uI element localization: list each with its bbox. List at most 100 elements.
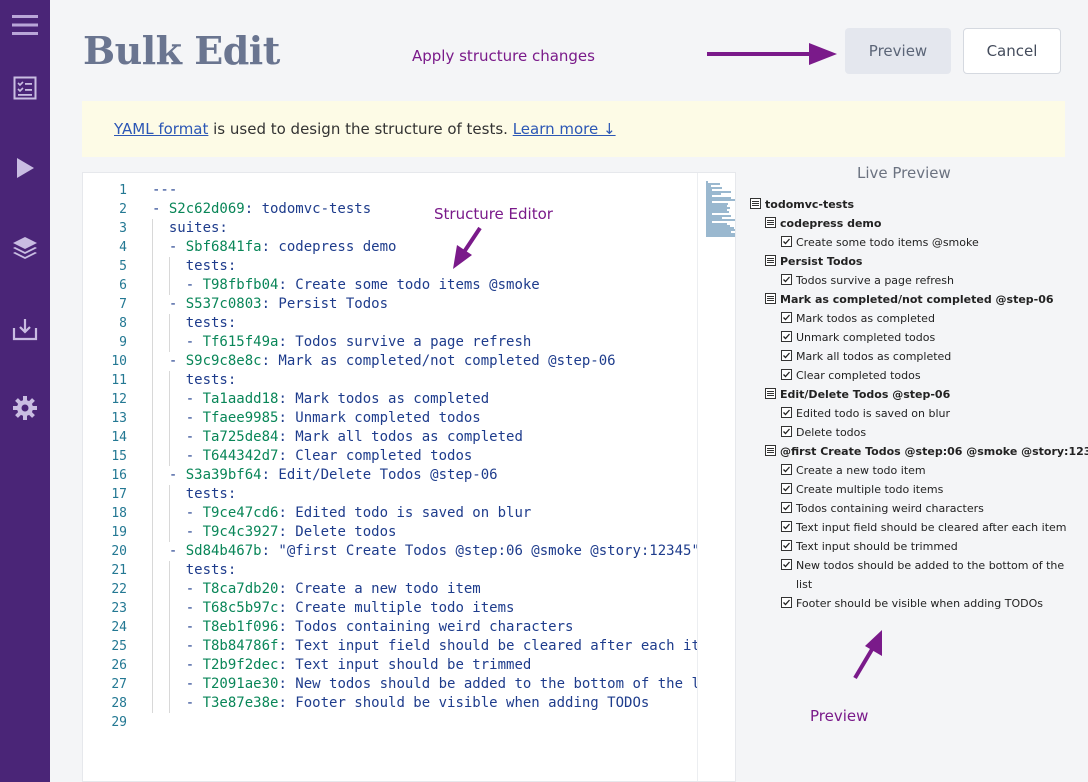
code-id: Ta1aadd18	[202, 391, 279, 407]
code-text: - Tf615f49a: Todos survive a page refres…	[152, 333, 532, 352]
code-value: : Mark all todos as completed	[278, 429, 523, 445]
code-line[interactable]: 20 - Sd84b467b: "@first Create Todos @st…	[83, 542, 697, 561]
code-line[interactable]: 7 - S537c0803: Persist Todos	[83, 295, 697, 314]
tree-label: New todos should be added to the bottom …	[796, 559, 1065, 572]
download-tray-icon[interactable]	[11, 315, 39, 343]
code-prefix: -	[152, 410, 203, 426]
code-prefix: -	[152, 581, 203, 597]
code-line[interactable]: 5 tests:	[83, 257, 697, 276]
code-line[interactable]: 2 - S2c62d069: todomvc-tests	[83, 200, 697, 219]
page-title: Bulk Edit	[83, 28, 280, 73]
suite-icon	[765, 443, 776, 462]
line-number: 15	[111, 449, 127, 464]
code-prefix: -	[152, 296, 186, 312]
code-id: T98fbfb04	[202, 277, 279, 293]
line-number: 8	[119, 316, 127, 331]
tree-label: Create some todo items @smoke	[796, 236, 979, 249]
code-prefix: -	[152, 448, 203, 464]
code-line[interactable]: 26 - T2b9f2dec: Text input should be tri…	[83, 656, 697, 675]
code-prefix: suites:	[152, 220, 228, 236]
learn-more-link[interactable]: Learn more ↓	[513, 120, 616, 138]
code-line[interactable]: 11 tests:	[83, 371, 697, 390]
code-line[interactable]: 4 - Sbf6841fa: codepress demo	[83, 238, 697, 257]
code-line[interactable]: 19 - T9c4c3927: Delete todos	[83, 523, 697, 542]
code-line[interactable]: 15 - T644342d7: Clear completed todos	[83, 447, 697, 466]
indent-guide	[168, 314, 170, 352]
line-number: 3	[119, 221, 127, 236]
indent-guide	[168, 371, 170, 466]
tree-label: Create multiple todo items	[796, 483, 944, 496]
annotation-apply: Apply structure changes	[412, 47, 595, 65]
line-number: 29	[111, 715, 127, 730]
code-prefix: -	[152, 201, 169, 217]
code-line[interactable]: 25 - T8b84786f: Text input field should …	[83, 637, 697, 656]
gear-icon[interactable]	[11, 394, 39, 422]
tree-test: Text input field should be cleared after…	[781, 518, 1067, 537]
tree-label: Mark all todos as completed	[796, 350, 952, 363]
code-line[interactable]: 12 - Ta1aadd18: Mark todos as completed	[83, 390, 697, 409]
code-line[interactable]: 24 - T8eb1f096: Todos containing weird c…	[83, 618, 697, 637]
suite-icon	[765, 215, 776, 234]
code-prefix: -	[152, 334, 203, 350]
suite-icon	[765, 386, 776, 405]
code-id: S2c62d069	[168, 201, 245, 217]
code-line[interactable]: 6 - T98fbfb04: Create some todo items @s…	[83, 276, 697, 295]
code-id: T9c4c3927	[202, 524, 279, 540]
tree-test: Create some todo items @smoke	[781, 233, 979, 252]
play-icon[interactable]	[11, 154, 39, 182]
code-value: : Todos containing weird characters	[278, 619, 574, 635]
code-text: - S3a39bf64: Edit/Delete Todos @step-06	[152, 466, 498, 485]
minimap[interactable]	[697, 173, 735, 781]
code-id: T68c5b97c	[202, 600, 279, 616]
code-line[interactable]: 17 tests:	[83, 485, 697, 504]
code-text: tests:	[152, 561, 237, 580]
code-value: : Footer should be visible when adding T…	[278, 695, 650, 711]
code-value: : Text input should be trimmed	[278, 657, 532, 673]
tree-label: Text input field should be cleared after…	[796, 521, 1067, 534]
code-prefix: tests:	[152, 315, 237, 331]
code-line[interactable]: 9 - Tf615f49a: Todos survive a page refr…	[83, 333, 697, 352]
code-value: : Persist Todos	[261, 296, 389, 312]
code-line[interactable]: 16 - S3a39bf64: Edit/Delete Todos @step-…	[83, 466, 697, 485]
code-id: T644342d7	[202, 448, 279, 464]
yaml-format-link[interactable]: YAML format	[114, 120, 208, 138]
code-line[interactable]: 8 tests:	[83, 314, 697, 333]
code-line[interactable]: 14 - Ta725de84: Mark all todos as comple…	[83, 428, 697, 447]
code-value: : Create a new todo item	[278, 581, 481, 597]
code-line[interactable]: 23 - T68c5b97c: Create multiple todo ite…	[83, 599, 697, 618]
preview-button[interactable]: Preview	[845, 28, 951, 74]
line-number: 5	[119, 259, 127, 274]
code-line[interactable]: 10 - S9c9c8e8c: Mark as completed/not co…	[83, 352, 697, 371]
code-line[interactable]: 22 - T8ca7db20: Create a new todo item	[83, 580, 697, 599]
code-text: - S9c9c8e8c: Mark as completed/not compl…	[152, 352, 616, 371]
code-line[interactable]: 3 suites:	[83, 219, 697, 238]
checkbox-icon	[781, 519, 792, 538]
code-line[interactable]: 18 - T9ce47cd6: Edited todo is saved on …	[83, 504, 697, 523]
tree-test: Footer should be visible when adding TOD…	[781, 594, 1043, 613]
code-line[interactable]: 29	[83, 713, 697, 732]
structure-editor[interactable]: 1 --- 2- S2c62d069: todomvc-tests 3 suites:…	[82, 172, 736, 782]
code-line[interactable]: 21 tests:	[83, 561, 697, 580]
cancel-button[interactable]: Cancel	[963, 28, 1061, 74]
code-line[interactable]: 1 ---	[83, 181, 697, 200]
indent-guide	[152, 219, 153, 713]
line-number: 17	[111, 487, 127, 502]
line-number: 6	[119, 278, 127, 293]
tree-test: Delete todos	[781, 423, 866, 442]
line-number: 25	[111, 639, 127, 654]
layers-icon[interactable]	[11, 234, 39, 262]
line-number: 23	[111, 601, 127, 616]
arrow-up-right-icon	[853, 630, 882, 680]
code-line[interactable]: 27 - T2091ae30: New todos should be adde…	[83, 675, 697, 694]
code-text: - T68c5b97c: Create multiple todo items	[152, 599, 515, 618]
code-text: - Sbf6841fa: codepress demo	[152, 238, 397, 257]
line-number: 26	[111, 658, 127, 673]
code-id: T9ce47cd6	[202, 505, 279, 521]
code-line[interactable]: 13 - Tfaee9985: Unmark completed todos	[83, 409, 697, 428]
code-area[interactable]: 1 --- 2- S2c62d069: todomvc-tests 3 suites:…	[83, 181, 697, 732]
code-line[interactable]: 28 - T3e87e38e: Footer should be visible…	[83, 694, 697, 713]
info-banner: YAML format is used to design the struct…	[82, 101, 1065, 157]
hamburger-menu-icon[interactable]	[11, 11, 39, 39]
checklist-icon[interactable]	[11, 74, 39, 102]
code-value: : Clear completed todos	[278, 448, 473, 464]
